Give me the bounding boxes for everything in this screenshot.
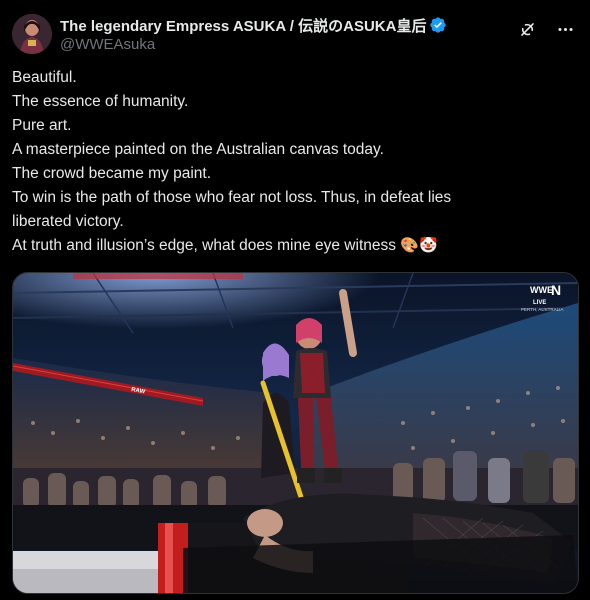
header-actions <box>514 16 578 42</box>
tweet-line: liberated victory. <box>12 213 124 230</box>
broadcast-live-label: LIVE <box>533 300 546 306</box>
network-logo-icon: N <box>551 282 561 298</box>
display-name[interactable]: The legendary Empress ASUKA / 伝説のASUKA皇后 <box>60 15 426 36</box>
display-name-row: The legendary Empress ASUKA / 伝説のASUKA皇后 <box>60 15 447 35</box>
wrestling-photo: WWE N LIVE PERTH, AUSTRALIA RAW <box>13 273 578 593</box>
broadcast-location-label: PERTH, AUSTRALIA <box>521 307 563 312</box>
profile-avatar-icon <box>12 14 52 54</box>
tweet-line: Beautiful. <box>12 69 77 86</box>
tweet-line: The essence of humanity. <box>12 93 189 110</box>
wwe-logo-icon: WWE <box>530 285 553 295</box>
tweet-line: At truth and illusion’s edge, what does … <box>12 237 396 254</box>
palette-emoji-icon: 🎨 <box>400 237 419 254</box>
more-icon[interactable] <box>552 16 578 42</box>
author-handle[interactable]: @WWEAsuka <box>60 36 447 56</box>
tweet-last-line: At truth and illusion’s edge, what does … <box>12 234 578 258</box>
author-names: The legendary Empress ASUKA / 伝説のASUKA皇后… <box>60 15 447 56</box>
avatar[interactable] <box>12 14 52 54</box>
tweet-header: The legendary Empress ASUKA / 伝説のASUKA皇后… <box>12 12 578 56</box>
tweet-line: To win is the path of those who fear not… <box>12 189 452 206</box>
tweet-line: The crowd became my paint. <box>12 165 212 182</box>
tweet-line: Pure art. <box>12 117 72 134</box>
verified-badge-icon <box>429 16 447 34</box>
clown-emoji-icon: 🤡 <box>419 237 438 254</box>
tweet-text: Beautiful. The essence of humanity. Pure… <box>12 66 578 258</box>
tweet-media-photo[interactable]: WWE N LIVE PERTH, AUSTRALIA RAW <box>12 272 579 594</box>
grok-icon[interactable] <box>514 16 540 42</box>
tweet-line: A masterpiece painted on the Australian … <box>12 141 384 158</box>
